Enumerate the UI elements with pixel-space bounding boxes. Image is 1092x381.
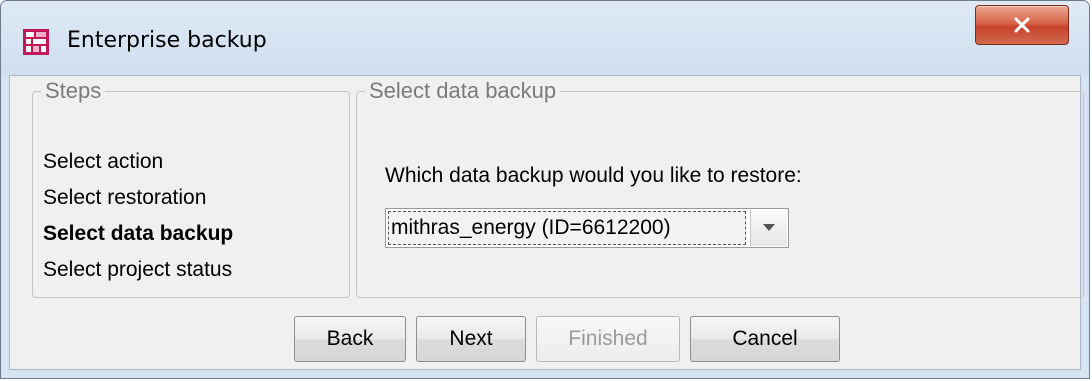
- restore-prompt: Which data backup would you like to rest…: [385, 164, 802, 187]
- backup-legend: Select data backup: [369, 78, 557, 103]
- select-data-backup-panel: Select data backup Which data backup wou…: [356, 78, 1084, 298]
- dialog-body: Steps Select action Select restoration S…: [9, 75, 1084, 370]
- step-item-select-action: Select action: [43, 150, 164, 173]
- step-list: Select action Select restoration Select …: [43, 144, 233, 288]
- app-grid-icon: [23, 29, 49, 55]
- dropdown-button[interactable]: [750, 210, 787, 246]
- chevron-down-icon: [763, 224, 775, 231]
- step-item-select-data-backup: Select data backup: [43, 222, 234, 245]
- cancel-button[interactable]: Cancel: [690, 316, 840, 362]
- step-item-select-restoration: Select restoration: [43, 186, 207, 209]
- steps-legend: Steps: [45, 78, 102, 103]
- backup-select-value[interactable]: mithras_energy (ID=6612200): [388, 211, 746, 245]
- backup-select[interactable]: mithras_energy (ID=6612200): [385, 208, 789, 248]
- back-button[interactable]: Back: [294, 316, 406, 362]
- window-title: Enterprise backup: [67, 28, 267, 53]
- close-icon: [1014, 17, 1030, 33]
- title-bar[interactable]: Enterprise backup: [1, 1, 1089, 75]
- dialog-window: Enterprise backup Steps Select action Se…: [0, 0, 1090, 379]
- steps-panel: Steps Select action Select restoration S…: [32, 78, 350, 298]
- next-button[interactable]: Next: [416, 316, 526, 362]
- close-button[interactable]: [975, 5, 1069, 45]
- step-item-select-project-status: Select project status: [43, 258, 233, 281]
- finished-button: Finished: [536, 316, 680, 362]
